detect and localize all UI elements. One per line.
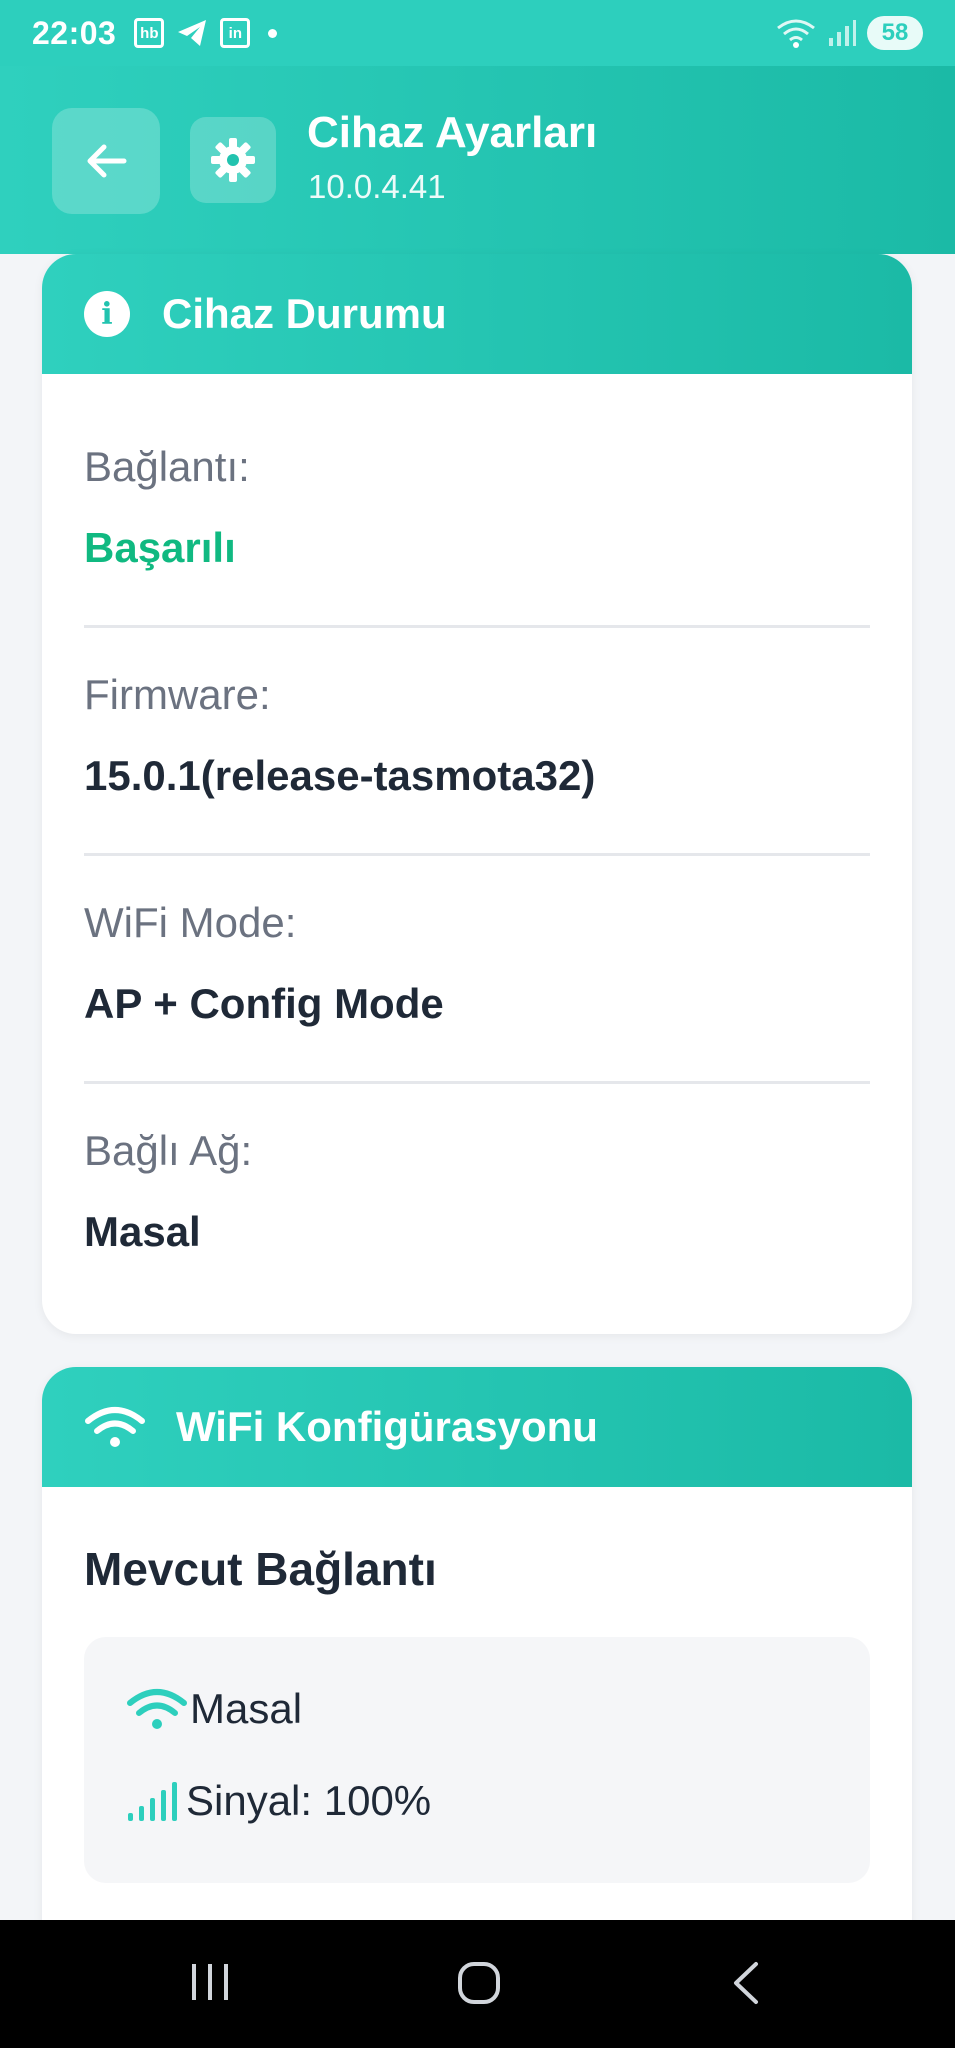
page-title: Cihaz Ayarları xyxy=(307,108,598,157)
network-value: Masal xyxy=(84,1208,201,1255)
row-label: WiFi Mode: xyxy=(84,899,297,946)
app-header: Cihaz Ayarları 10.0.4.41 xyxy=(0,66,955,254)
network-line: Masal xyxy=(126,1685,302,1733)
firmware-value: 15.0.1(release-tasmota32) xyxy=(84,752,596,799)
hb-app-icon: hb xyxy=(134,18,165,48)
wifi-icon xyxy=(84,1405,146,1449)
status-bar: 22:03 hb in 58 xyxy=(0,0,955,66)
status-row-wifi-mode: WiFi Mode: AP + Config Mode xyxy=(84,856,870,1084)
row-label: Bağlı Ağ: xyxy=(84,1127,253,1174)
signal-strength-text: Sinyal: 100% xyxy=(186,1777,432,1824)
battery-indicator: 58 xyxy=(867,16,923,50)
recent-apps-icon xyxy=(192,1964,228,2000)
device-status-title: Cihaz Durumu xyxy=(162,290,447,337)
recent-apps-button[interactable] xyxy=(186,1960,236,2004)
dot-icon xyxy=(268,28,278,38)
row-label: Bağlantı: xyxy=(84,443,250,490)
wifi-icon xyxy=(127,1689,187,1729)
current-connection-title: Mevcut Bağlantı xyxy=(84,1543,437,1595)
device-status-header: i Cihaz Durumu xyxy=(42,254,912,374)
wifi-config-header: WiFi Konfigürasyonu xyxy=(42,1367,912,1487)
row-label: Firmware: xyxy=(84,671,271,718)
system-icons: 58 xyxy=(775,16,923,50)
device-ip: 10.0.4.41 xyxy=(308,168,446,205)
wifi-mode-value: AP + Config Mode xyxy=(84,980,444,1027)
notification-icons: hb in xyxy=(134,18,278,48)
current-connection-box: Masal Sinyal: 100% xyxy=(84,1637,870,1883)
device-status-card: i Cihaz Durumu Bağlantı: Başarılı Firmwa… xyxy=(42,254,912,1334)
network-name: Masal xyxy=(190,1685,303,1732)
status-row-firmware: Firmware: 15.0.1(release-tasmota32) xyxy=(84,628,870,856)
back-button[interactable] xyxy=(52,108,160,214)
status-time: 22:03 xyxy=(32,14,117,51)
system-nav-bar xyxy=(0,1920,955,2048)
signal-strength-icon xyxy=(128,1782,177,1821)
status-row-network: Bağlı Ağ: Masal xyxy=(84,1084,870,1312)
wifi-config-title: WiFi Konfigürasyonu xyxy=(176,1403,598,1450)
gear-icon xyxy=(211,138,255,182)
settings-tile xyxy=(190,117,276,203)
signal-line: Sinyal: 100% xyxy=(126,1777,431,1825)
back-icon xyxy=(734,1962,758,2004)
home-icon xyxy=(458,1962,500,2004)
linkedin-icon: in xyxy=(220,18,251,48)
arrow-left-icon xyxy=(87,144,127,178)
info-icon: i xyxy=(84,291,130,337)
nav-back-button[interactable] xyxy=(728,1960,764,2006)
telegram-icon xyxy=(178,20,207,46)
connection-status-value: Başarılı xyxy=(84,524,236,571)
cell-signal-icon xyxy=(829,20,856,46)
wifi-6-icon xyxy=(777,19,815,48)
status-row-connection: Bağlantı: Başarılı xyxy=(84,400,870,628)
home-button[interactable] xyxy=(456,1960,502,2006)
